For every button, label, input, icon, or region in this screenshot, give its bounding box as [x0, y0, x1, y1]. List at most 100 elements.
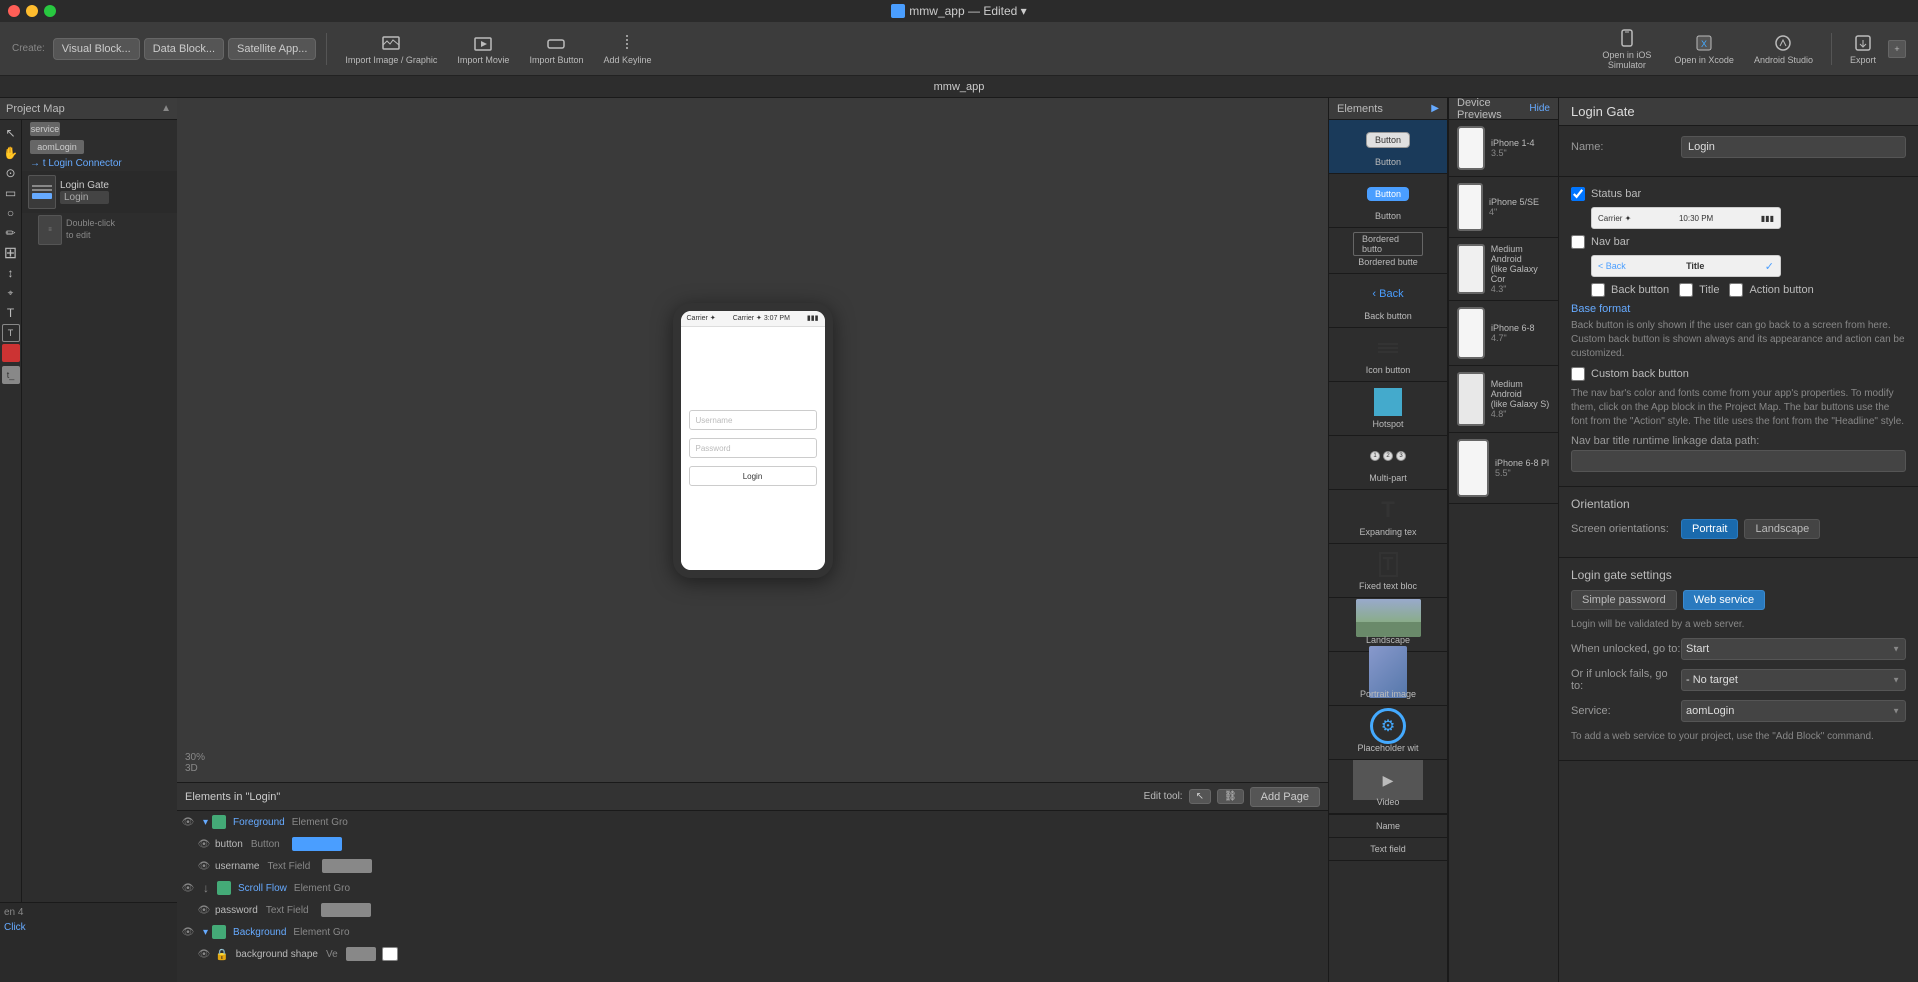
portrait-orientation-button[interactable]: Portrait [1681, 519, 1738, 539]
simple-password-button[interactable]: Simple password [1571, 590, 1677, 610]
element-item-expanding-text[interactable]: T Expanding tex [1329, 490, 1447, 544]
open-ios-simulator-button[interactable]: Open in iOS Simulator [1591, 24, 1662, 74]
collapse-project-map-button[interactable]: ▲ [161, 103, 171, 114]
status-bar-checkbox[interactable] [1571, 187, 1585, 201]
element-item-multi[interactable]: 1 2 3 Multi-part [1329, 436, 1447, 490]
device-thumb-android-med1 [1457, 244, 1485, 294]
element-item-placeholder[interactable]: ⚙ Placeholder wit [1329, 706, 1447, 760]
export-button[interactable]: Export [1842, 29, 1884, 69]
element-row-username[interactable]: 👁 username Text Field [177, 855, 1328, 877]
hide-device-previews-button[interactable]: Hide [1529, 103, 1550, 114]
close-button[interactable] [8, 5, 20, 17]
rect-tool[interactable]: ▭ [2, 184, 20, 202]
element-item-video[interactable]: ▶ Video [1329, 760, 1447, 814]
line-tool[interactable]: ⊞ [2, 244, 20, 262]
element-item-bordered[interactable]: Bordered butto Bordered butte [1329, 228, 1447, 274]
nav-bar-checkbox[interactable] [1571, 235, 1585, 249]
android-studio-button[interactable]: Android Studio [1746, 29, 1821, 69]
element-item-hotspot[interactable]: Hotspot [1329, 382, 1447, 436]
edit-tool-link[interactable]: ⛓ [1217, 789, 1244, 804]
visibility-icon-sf[interactable]: 👁 [181, 881, 195, 895]
elements-nav-right[interactable]: ▶ [1431, 103, 1439, 114]
cursor-tool[interactable]: ↕ [2, 264, 20, 282]
project-node-connector[interactable]: → t Login Connector [22, 156, 177, 171]
visibility-icon[interactable]: 👁 [181, 815, 195, 829]
oval-tool[interactable]: ○ [2, 204, 20, 222]
satellite-app-button[interactable]: Satellite App... [228, 38, 316, 60]
name-input[interactable] [1681, 136, 1906, 158]
open-xcode-button[interactable]: X Open in Xcode [1666, 29, 1742, 69]
import-button-button[interactable]: Import Button [521, 29, 591, 69]
element-item-button[interactable]: Button Button [1329, 120, 1447, 174]
element-item-name[interactable]: Name [1329, 815, 1447, 838]
back-button-checkbox[interactable] [1591, 283, 1605, 297]
zoom-tool[interactable]: ⊙ [2, 164, 20, 182]
login-gate-node[interactable]: Login Gate Login [22, 171, 177, 213]
device-item-iphone5se[interactable]: iPhone 5/SE 4" [1449, 177, 1558, 238]
visibility-icon-pwd[interactable]: 👁 [197, 903, 211, 917]
props-header-title: Login Gate [1571, 104, 1635, 119]
element-row-button[interactable]: 👁 button Button [177, 833, 1328, 855]
device-item-iphone14[interactable]: iPhone 1-4 3.5" [1449, 120, 1558, 177]
element-row-scroll-flow[interactable]: 👁 ↓ Scroll Flow Element Gro [177, 877, 1328, 899]
custom-back-button-checkbox[interactable] [1571, 367, 1585, 381]
element-item-portrait[interactable]: Portrait image [1329, 652, 1447, 706]
data-block-button[interactable]: Data Block... [144, 38, 224, 60]
project-node-aomlogin[interactable]: aomLogin [22, 138, 177, 156]
device-item-android-med2[interactable]: Medium Android (like Galaxy S) 4.8" [1449, 366, 1558, 433]
visibility-icon-btn[interactable]: 👁 [197, 837, 211, 851]
if-fails-select[interactable]: - No target [1681, 669, 1906, 691]
element-row-foreground[interactable]: 👁 ▾ Foreground Element Gro [177, 811, 1328, 833]
import-image-button[interactable]: Import Image / Graphic [337, 29, 445, 69]
edit-tool-arrow[interactable]: ↖ [1189, 789, 1211, 804]
element-item-fixed-text[interactable]: T Fixed text bloc [1329, 544, 1447, 598]
runtime-path-input[interactable] [1571, 450, 1906, 472]
project-node-service[interactable]: service [22, 120, 177, 138]
tool-extra[interactable]: t_ [2, 366, 20, 384]
project-map-title: Project Map [6, 103, 65, 115]
element-item-icon[interactable]: Icon button [1329, 328, 1447, 382]
service-select[interactable]: aomLogin [1681, 700, 1906, 722]
canvas-viewport[interactable]: Carrier ✦ Carrier ✦ 3:07 PM ▮▮▮ Username… [177, 98, 1328, 782]
expand-button[interactable]: + [1888, 40, 1906, 58]
device-item-iphone68plus[interactable]: iPhone 6-8 Pl 5.5" [1449, 433, 1558, 504]
visibility-icon-bgs[interactable]: 👁 [197, 947, 211, 961]
element-item-button-blue[interactable]: Button Button [1329, 174, 1447, 228]
add-keyline-button[interactable]: Add Keyline [595, 29, 659, 69]
element-item-text-field[interactable]: Text field [1329, 838, 1447, 861]
device-item-iphone68[interactable]: iPhone 6-8 4.7" [1449, 301, 1558, 366]
element-item-landscape[interactable]: Landscape [1329, 598, 1447, 652]
element-item-back[interactable]: ‹ Back Back button [1329, 274, 1447, 328]
visibility-icon-bg[interactable]: 👁 [181, 925, 195, 939]
element-row-background[interactable]: 👁 ▾ Background Element Gro [177, 921, 1328, 943]
arrow-tool[interactable]: ↖ [2, 124, 20, 142]
landscape-orientation-button[interactable]: Landscape [1744, 519, 1820, 539]
action-button-label: Action button [1749, 284, 1813, 296]
add-page-button[interactable]: Add Page [1250, 787, 1320, 807]
visibility-icon-username[interactable]: 👁 [197, 859, 211, 873]
button-key: button [215, 839, 243, 850]
import-movie-button[interactable]: Import Movie [449, 29, 517, 69]
minimize-button[interactable] [26, 5, 38, 17]
action-button-checkbox[interactable] [1729, 283, 1743, 297]
lasso-tool[interactable]: ⌖ [2, 284, 20, 302]
web-service-button[interactable]: Web service [1683, 590, 1765, 610]
pen-tool[interactable]: ✏ [2, 224, 20, 242]
hand-tool[interactable]: ✋ [2, 144, 20, 162]
title-checkbox[interactable] [1679, 283, 1693, 297]
element-row-bg-shape[interactable]: 👁 🔒 background shape Ve [177, 943, 1328, 965]
zoom-indicator: 30% 3D [185, 752, 205, 774]
hotspot-preview [1353, 388, 1423, 416]
click-label[interactable]: Click [4, 922, 173, 933]
device-item-android-med1[interactable]: Medium Android (like Galaxy Cor 4.3" [1449, 238, 1558, 301]
visual-block-button[interactable]: Visual Block... [53, 38, 140, 60]
scroll-flow-type: Element Gro [294, 883, 350, 894]
project-node-double-click[interactable]: ≡ Double-clickto edit [22, 213, 177, 247]
text-box-tool[interactable]: T [2, 324, 20, 342]
when-unlocked-select[interactable]: Start [1681, 638, 1906, 660]
maximize-button[interactable] [44, 5, 56, 17]
text-tool[interactable]: T [2, 304, 20, 322]
bg-shape-swatch-dark [346, 947, 376, 961]
color-swatch[interactable] [2, 344, 20, 362]
element-row-password[interactable]: 👁 password Text Field [177, 899, 1328, 921]
